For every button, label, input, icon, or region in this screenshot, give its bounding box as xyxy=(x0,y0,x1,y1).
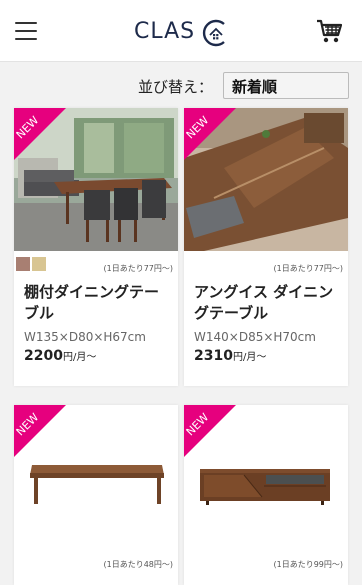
product-card[interactable]: NEW (1日あたり48円〜) xyxy=(14,405,178,585)
price-unit: 円/月〜 xyxy=(232,352,267,363)
product-size: W135×D80×H67cm xyxy=(24,330,146,344)
product-card[interactable]: NEW (1日あたり99円〜) xyxy=(184,405,348,585)
product-price: 2200円/月〜 xyxy=(24,348,96,364)
new-badge: NEW xyxy=(184,405,236,457)
header: CLAS xyxy=(0,0,362,62)
logo-text: CLAS xyxy=(134,19,196,44)
product-size: W140×D85×H70cm xyxy=(194,330,316,344)
new-badge: NEW xyxy=(14,108,66,160)
logo-house-icon xyxy=(202,19,225,47)
price-unit: 円/月〜 xyxy=(62,352,97,363)
price-value: 2310 xyxy=(194,348,233,364)
product-name[interactable]: 棚付ダイニングテーブル xyxy=(24,282,170,324)
per-day-price: (1日あたり77円〜) xyxy=(273,264,343,273)
cart-icon[interactable] xyxy=(316,18,342,44)
new-badge: NEW xyxy=(14,405,66,457)
menu-icon[interactable] xyxy=(15,22,37,40)
per-day-price: (1日あたり48円〜) xyxy=(103,560,173,569)
price-value: 2200 xyxy=(24,348,63,364)
color-swatches xyxy=(16,256,48,275)
new-badge: NEW xyxy=(184,108,236,160)
per-day-price: (1日あたり77円〜) xyxy=(103,264,173,273)
sort-label: 並び替え： xyxy=(138,78,214,96)
sort-select[interactable]: 新着順 xyxy=(223,72,349,99)
per-day-price: (1日あたり99円〜) xyxy=(273,560,343,569)
product-price: 2310円/月〜 xyxy=(194,348,266,364)
logo[interactable]: CLAS xyxy=(134,18,230,48)
product-name[interactable]: アングイス ダイニングテーブル xyxy=(194,282,340,324)
product-card[interactable]: NEW (1日あたり77円〜) 棚付ダイニングテーブル W135×D80×H67… xyxy=(14,108,178,386)
product-card[interactable]: NEW (1日あたり77円〜) アングイス ダイニングテーブル W140×D85… xyxy=(184,108,348,386)
sort-bar: 並び替え： 新着順 xyxy=(0,72,362,100)
color-swatch[interactable] xyxy=(16,257,30,271)
color-swatch[interactable] xyxy=(32,257,46,271)
